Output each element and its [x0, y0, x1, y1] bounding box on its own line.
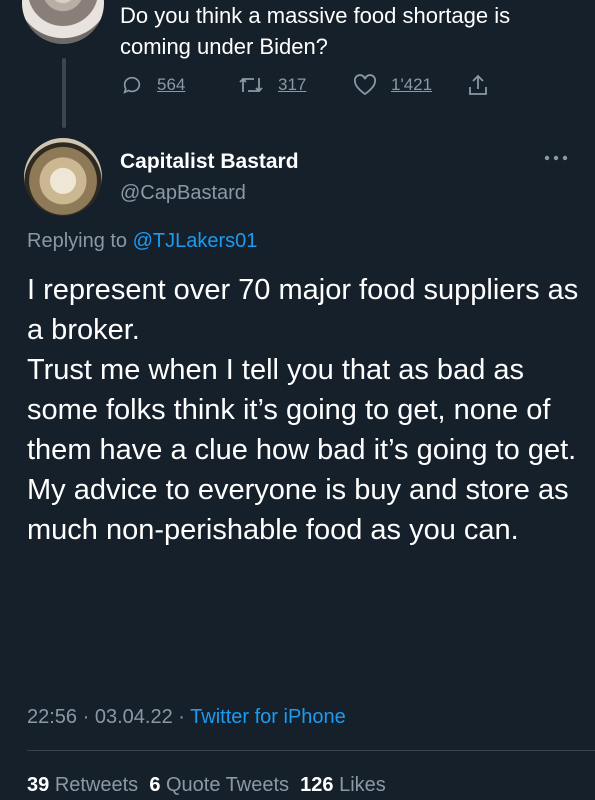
like-icon	[353, 74, 377, 96]
author-handle[interactable]: @CapBastard	[120, 182, 246, 205]
like-count: 1'421	[391, 75, 433, 94]
quotes-count: 6	[149, 774, 161, 796]
meta-separator: ·	[178, 706, 185, 728]
replying-to-prefix: Replying to	[27, 230, 128, 252]
likes-label: Likes	[339, 774, 386, 796]
quotes-stat[interactable]: 6 Quote Tweets	[149, 774, 289, 796]
tweet-metadata: 22:56 · 03.04.22 · Twitter for iPhone	[27, 706, 346, 729]
engagement-stats: 39 Retweets 6 Quote Tweets 126 Likes	[27, 774, 386, 797]
tweet-source-link[interactable]: Twitter for iPhone	[190, 706, 346, 728]
tweet-body: I represent over 70 major food suppliers…	[27, 274, 579, 546]
retweet-icon	[238, 74, 264, 96]
reply-icon	[121, 74, 143, 96]
tweet-time[interactable]: 22:56	[27, 706, 77, 728]
previous-tweet-text: Do you think a massive food shortage is …	[120, 3, 511, 59]
tweet-date[interactable]: 03.04.22	[95, 706, 173, 728]
previous-author-avatar[interactable]	[22, 0, 104, 44]
replying-to-link[interactable]: @TJLakers01	[133, 230, 258, 252]
reply-count: 564	[157, 75, 186, 94]
likes-stat[interactable]: 126 Likes	[300, 774, 386, 796]
retweets-count: 39	[27, 774, 50, 796]
thread-connector-line	[62, 58, 66, 128]
like-button[interactable]: 1'421	[353, 70, 432, 100]
divider	[27, 750, 595, 751]
reply-button[interactable]: 564	[121, 70, 185, 100]
author-display-name[interactable]: Capitalist Bastard	[120, 150, 299, 174]
more-options-icon[interactable]	[543, 154, 569, 162]
retweets-stat[interactable]: 39 Retweets	[27, 774, 138, 796]
author-avatar[interactable]	[24, 138, 102, 216]
replying-to-line: Replying to @TJLakers01	[27, 230, 257, 253]
share-icon	[466, 73, 490, 97]
retweets-label: Retweets	[54, 774, 139, 796]
retweet-count: 317	[278, 75, 307, 94]
share-button[interactable]	[466, 70, 490, 100]
quotes-label: Quote Tweets	[166, 774, 290, 796]
retweet-button[interactable]: 317	[238, 70, 306, 100]
likes-count: 126	[300, 774, 334, 796]
meta-separator: ·	[82, 706, 90, 728]
